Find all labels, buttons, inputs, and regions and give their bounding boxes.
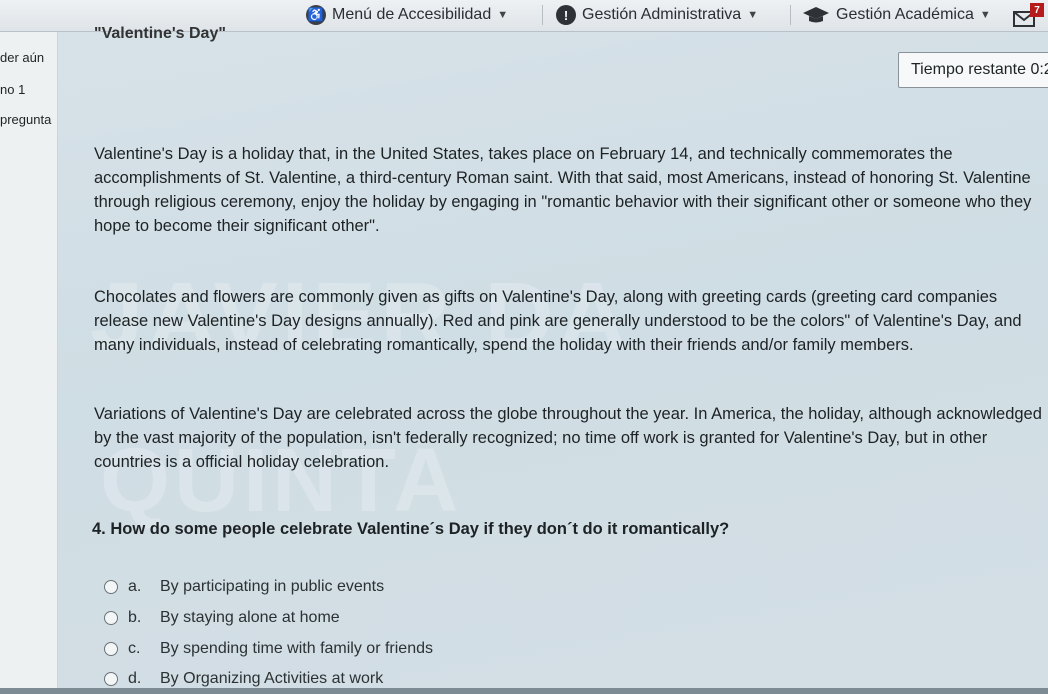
option-letter: c. [128, 640, 141, 657]
option-text: By staying alone at home [160, 609, 340, 626]
sidebar-status-text: der aún [0, 50, 45, 65]
academic-management-label: Gestión Académica [836, 6, 974, 23]
divider [790, 5, 791, 25]
alert-icon: ! [556, 5, 576, 25]
passage-paragraph-2: Chocolates and flowers are commonly give… [94, 288, 1022, 354]
divider [542, 5, 543, 25]
accessibility-menu-label: Menú de Accesibilidad [332, 6, 492, 23]
time-remaining-box: Tiempo restante 0:2 [898, 52, 1048, 88]
accessibility-menu[interactable]: ♿ Menú de Accesibilidad ▼ [306, 3, 508, 27]
passage-paragraph-3: Variations of Valentine's Day are celebr… [94, 405, 1042, 471]
quiz-info-sidebar: der aún no 1 pregunta [0, 32, 58, 694]
academic-management-menu[interactable]: Gestión Académica ▼ [802, 3, 991, 27]
option-text: By Organizing Activities at work [160, 670, 384, 687]
notification-badge: 7 [1030, 3, 1044, 17]
answer-option-c[interactable]: c. By spending time with family or frien… [104, 640, 433, 658]
answer-option-b[interactable]: b. By staying alone at home [104, 609, 340, 627]
option-letter: b. [128, 609, 142, 626]
passage-paragraph-1: Valentine's Day is a holiday that, in th… [94, 145, 1032, 235]
answer-option-a[interactable]: a. By participating in public events [104, 578, 384, 596]
chevron-down-icon: ▼ [747, 9, 759, 21]
quiz-title: "Valentine's Day" [94, 25, 226, 42]
option-text: By participating in public events [160, 578, 385, 595]
radio-button[interactable] [104, 580, 118, 594]
bottom-edge [0, 688, 1048, 694]
radio-button[interactable] [104, 672, 118, 686]
admin-management-menu[interactable]: ! Gestión Administrativa ▼ [556, 3, 758, 27]
chevron-down-icon: ▼ [497, 9, 509, 21]
option-letter: a. [128, 578, 142, 595]
radio-button[interactable] [104, 642, 118, 656]
option-text: By spending time with family or friends [160, 640, 433, 657]
option-letter: d. [128, 670, 142, 687]
question-text: 4. How do some people celebrate Valentin… [92, 520, 730, 538]
chevron-down-icon: ▼ [979, 9, 991, 21]
accessibility-icon: ♿ [306, 5, 326, 25]
answer-option-d[interactable]: d. By Organizing Activities at work [104, 670, 383, 688]
radio-button[interactable] [104, 611, 118, 625]
sidebar-score-text: no 1 [0, 82, 26, 97]
sidebar-question-text: pregunta [0, 112, 52, 127]
admin-management-label: Gestión Administrativa [582, 6, 742, 23]
graduation-cap-icon [803, 7, 829, 23]
